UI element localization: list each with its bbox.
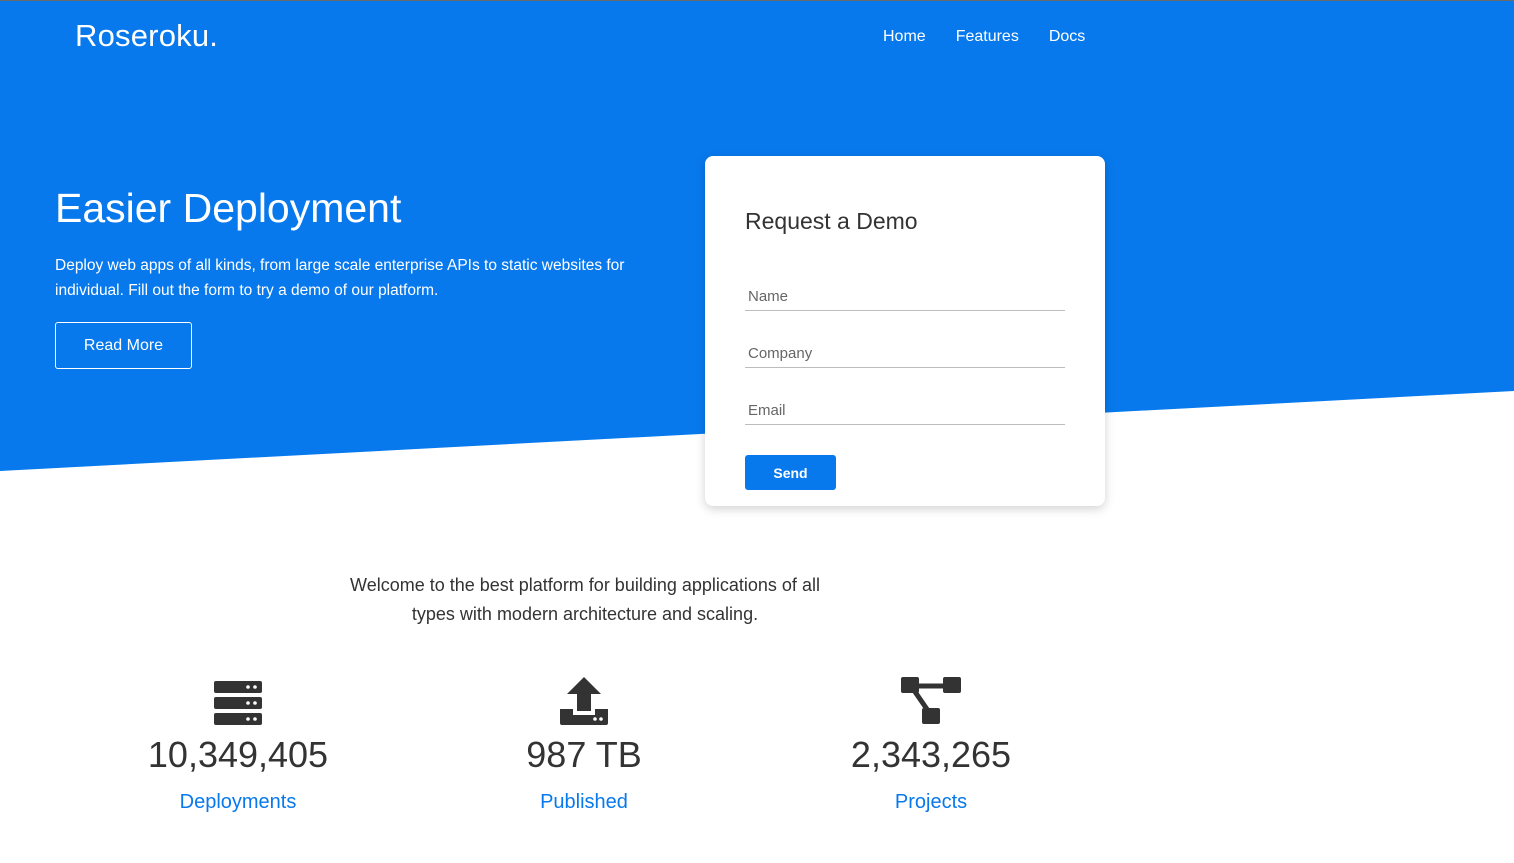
main-nav: Home Features Docs bbox=[883, 28, 1085, 46]
hero-title: Easier Deployment bbox=[55, 185, 402, 231]
stat-label[interactable]: Published bbox=[454, 791, 714, 814]
form-title: Request a Demo bbox=[745, 208, 918, 234]
stat-value: 987 TB bbox=[526, 734, 642, 775]
name-field[interactable] bbox=[745, 283, 1065, 311]
nav-features[interactable]: Features bbox=[956, 28, 1019, 46]
upload-icon bbox=[454, 675, 714, 725]
company-field[interactable] bbox=[745, 340, 1065, 368]
nav-docs[interactable]: Docs bbox=[1049, 28, 1085, 46]
read-more-button[interactable]: Read More bbox=[55, 322, 192, 369]
send-button[interactable]: Send bbox=[745, 455, 836, 490]
demo-request-card: Request a Demo Send bbox=[705, 156, 1105, 506]
top-border bbox=[0, 0, 1514, 1]
stat-label[interactable]: Projects bbox=[801, 791, 1061, 814]
hero-description: Deploy web apps of all kinds, from large… bbox=[55, 257, 625, 299]
stat-value: 10,349,405 bbox=[147, 734, 329, 775]
stat-deployments: 10,349,405 Deployments bbox=[108, 675, 368, 814]
stat-label[interactable]: Deployments bbox=[108, 791, 368, 814]
email-field[interactable] bbox=[745, 397, 1065, 425]
project-diagram-icon bbox=[801, 675, 1061, 725]
welcome-text: Welcome to the best platform for buildin… bbox=[350, 575, 820, 624]
stat-projects: 2,343,265 Projects bbox=[801, 675, 1061, 814]
nav-home[interactable]: Home bbox=[883, 28, 926, 46]
stat-value: 2,343,265 bbox=[850, 734, 1012, 775]
server-icon bbox=[108, 675, 368, 725]
brand-logo[interactable]: Roseroku. bbox=[75, 18, 218, 54]
stat-published: 987 TB Published bbox=[454, 675, 714, 814]
